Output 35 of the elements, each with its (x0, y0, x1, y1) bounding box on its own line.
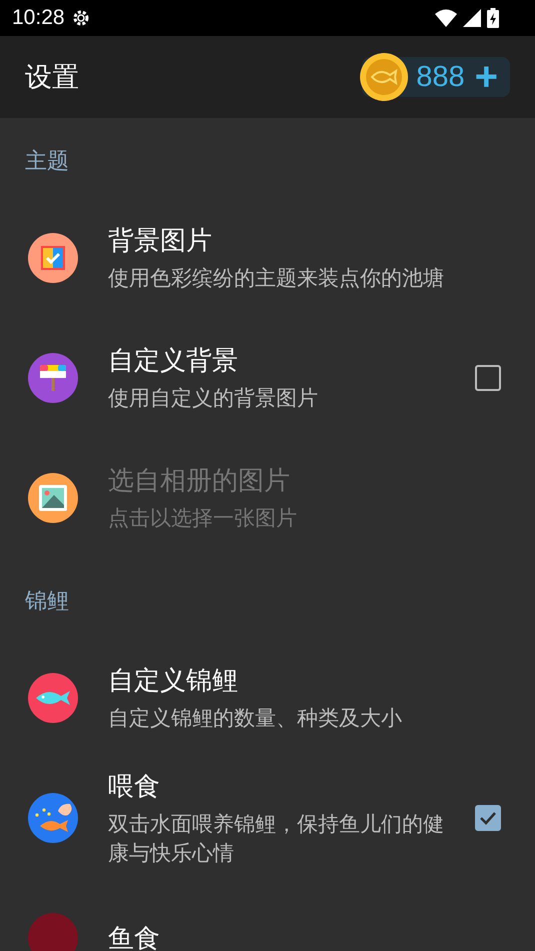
coin-icon (360, 53, 408, 101)
screen-title: 设置 (25, 61, 80, 95)
checkbox-picture-icon (28, 233, 78, 283)
add-coins-button[interactable]: + (470, 59, 502, 95)
settings-item[interactable]: 背景图片 使用色彩缤纷的主题来装点你的池塘 (0, 198, 535, 318)
item-title: 鱼食 (108, 922, 161, 951)
clock-time: 10:28 (12, 6, 65, 30)
feeding-fish-icon (28, 793, 78, 843)
coin-count: 888 (416, 60, 465, 94)
settings-item[interactable]: 自定义锦鲤 自定义锦鲤的数量、种类及大小 (0, 638, 535, 758)
section-header: 主题 (24, 148, 70, 176)
gear-icon (70, 8, 91, 28)
paint-roller-icon (28, 353, 78, 403)
item-title: 背景图片 (108, 225, 213, 258)
fish-icon (28, 673, 78, 723)
battery-icon (487, 8, 499, 28)
item-description: 自定义锦鲤的数量、种类及大小 (108, 705, 403, 732)
signal-icon (463, 9, 481, 27)
item-title: 自定义背景 (108, 345, 239, 378)
item-title: 喂食 (108, 770, 161, 804)
item-description: 双击水面喂养锦鲤，保持鱼儿们的健康与快乐心情 (108, 810, 445, 866)
check-icon (479, 811, 497, 825)
item-description: 使用色彩缤纷的主题来装点你的池塘 (108, 265, 445, 292)
item-description: 使用自定义的背景图片 (108, 385, 319, 412)
picture-icon (28, 473, 78, 523)
item-description: 点击以选择一张图片 (108, 505, 298, 532)
item-title: 选自相册的图片 (108, 465, 291, 498)
section-header: 锦鲤 (24, 588, 70, 616)
settings-item[interactable]: 鱼食 (0, 878, 535, 951)
checkbox[interactable] (475, 365, 501, 391)
wifi-icon (435, 9, 457, 27)
settings-item[interactable]: 自定义背景 使用自定义的背景图片 (0, 318, 535, 438)
checkbox[interactable] (475, 805, 501, 831)
item-title: 自定义锦鲤 (108, 665, 239, 698)
settings-item[interactable]: 喂食 双击水面喂养锦鲤，保持鱼儿们的健康与快乐心情 (0, 758, 535, 878)
